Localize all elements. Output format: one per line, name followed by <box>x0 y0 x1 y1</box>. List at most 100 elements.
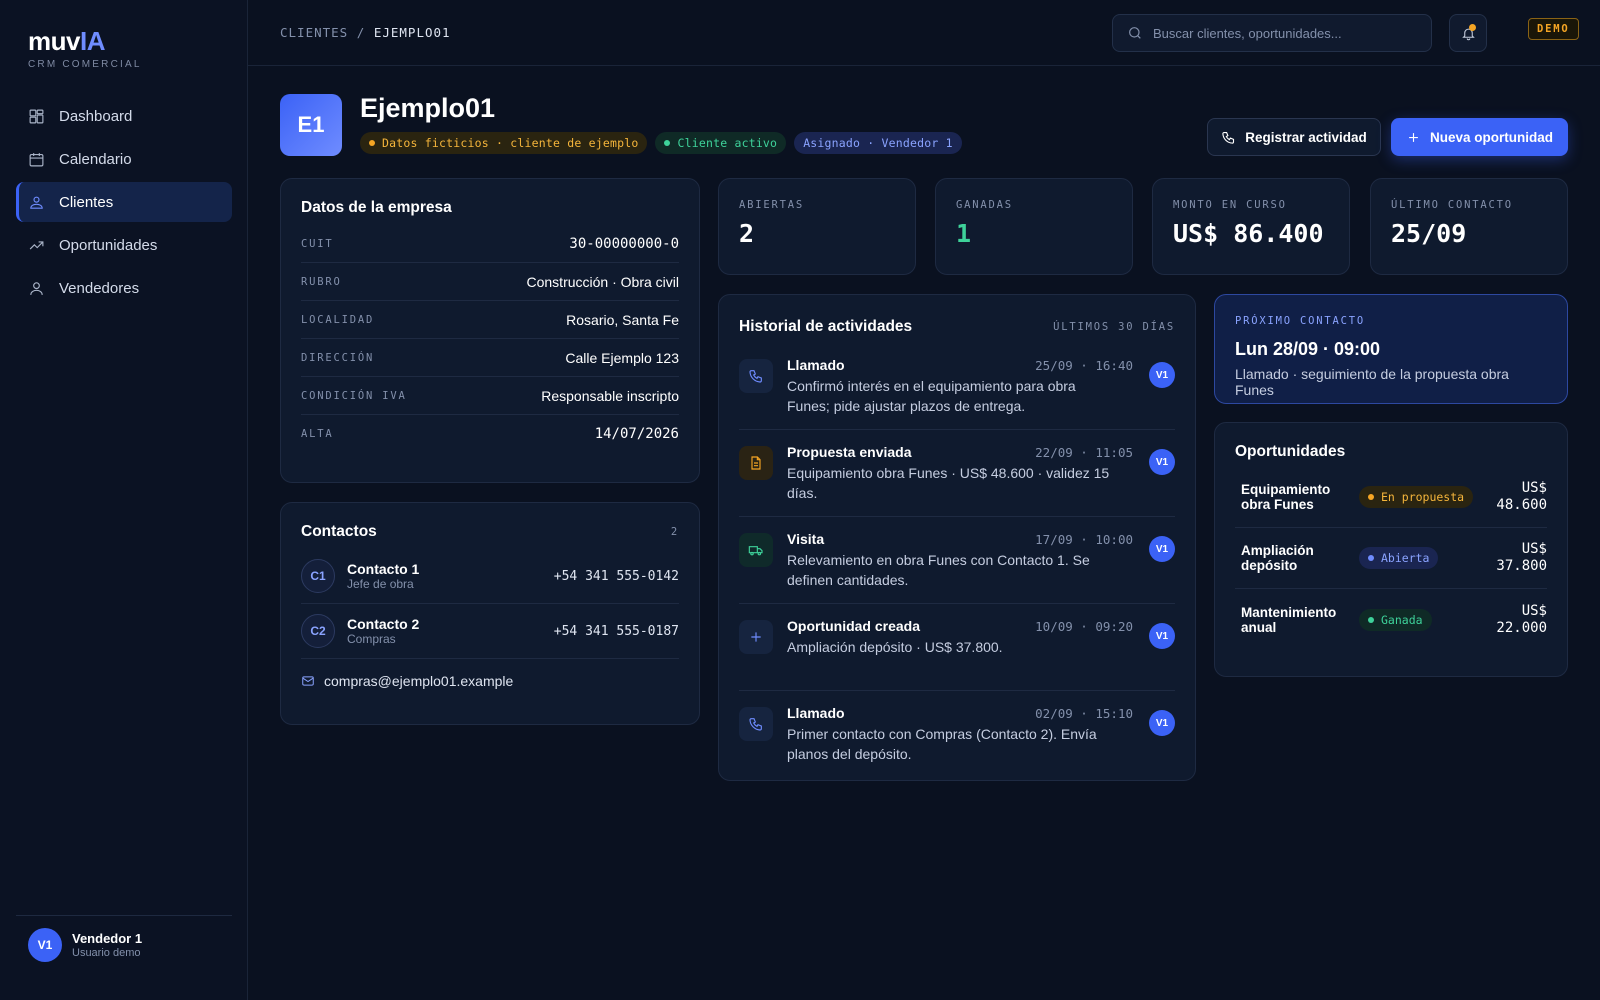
sidebar-item-calendario[interactable]: Calendario <box>16 139 232 179</box>
contact-name: Contacto 2 <box>347 616 420 632</box>
opportunity-name: Mantenimiento anual <box>1241 604 1337 635</box>
activity-description: Primer contacto con Compras (Contacto 2)… <box>787 726 1097 762</box>
company-row-alta: ALTA 14/07/2026 <box>301 426 679 442</box>
user-role: Usuario demo <box>72 947 141 959</box>
opportunity-amount: US$ 22.000 <box>1496 602 1547 636</box>
sidebar-item-oportunidades[interactable]: Oportunidades <box>16 225 232 265</box>
opportunities-card: Oportunidades Equipamiento obra Funes En… <box>1214 422 1568 677</box>
sidebar-item-label: Vendedores <box>59 279 140 297</box>
activity-title: Llamado <box>787 705 845 721</box>
avatar: V1 <box>1149 710 1175 736</box>
breadcrumb-current: EJEMPLO01 <box>373 25 451 40</box>
current-user[interactable]: V1 Vendedor 1 Usuario demo <box>16 915 232 962</box>
search-box[interactable] <box>1112 14 1432 52</box>
avatar: V1 <box>1149 623 1175 649</box>
trending-up-icon <box>29 240 44 249</box>
card-title: Historial de actividades <box>739 318 913 335</box>
sidebar-item-label: Clientes <box>59 193 114 211</box>
fictitious-data-badge: Datos ficticios · cliente de ejemplo <box>360 132 648 154</box>
activity-item[interactable]: Oportunidad creada 10/09 · 09:20 Ampliaci… <box>739 604 1175 691</box>
plus-icon <box>1409 132 1418 142</box>
contact-phone[interactable]: +54 341 555-0142 <box>554 569 679 584</box>
activity-time: 10/09 · 09:20 <box>1035 618 1133 634</box>
phone-icon <box>749 718 762 731</box>
app-logo[interactable]: muvIA <box>28 26 105 57</box>
avatar: C1 <box>301 559 335 593</box>
contacts-count: 2 <box>670 526 679 538</box>
phone-icon <box>749 370 762 383</box>
breadcrumb: CLIENTES / EJEMPLO01 <box>280 25 451 40</box>
mail-icon <box>302 676 314 686</box>
activity-description: Confirmó interés en el equipamiento para… <box>787 378 1076 414</box>
calendar-icon <box>29 152 44 166</box>
activity-item[interactable]: Visita 17/09 · 10:00 Relevamiento en obra… <box>739 517 1175 604</box>
avatar: V1 <box>28 928 62 962</box>
activity-item[interactable]: Llamado 25/09 · 16:40 Confirmó interés en… <box>739 343 1175 430</box>
user-icon <box>30 281 43 295</box>
activity-title: Oportunidad creada <box>787 618 921 634</box>
breadcrumb-root[interactable]: CLIENTES <box>280 25 348 40</box>
activity-item[interactable]: Llamado 02/09 · 15:10 Primer contacto con… <box>739 691 1175 778</box>
stat-label: MONTO EN CURSO <box>1173 199 1287 211</box>
sidebar-item-label: Dashboard <box>59 107 133 125</box>
stat-abiertas: ABIERTAS 2 <box>718 178 916 275</box>
phone-icon <box>1222 131 1235 144</box>
contact-name: Contacto 1 <box>347 561 420 577</box>
page-title: Ejemplo01 <box>360 93 496 123</box>
opportunity-name: Ampliación depósito <box>1241 543 1314 573</box>
user-name: Vendedor 1 <box>72 931 143 946</box>
sidebar-item-clientes[interactable]: Clientes <box>16 182 232 222</box>
stat-ultimo-contacto: ÚLTIMO CONTACTO 25/09 <box>1370 178 1568 275</box>
company-row-direccion: DIRECCIÓN Calle Ejemplo 123 <box>301 339 679 377</box>
stat-ganadas: GANADAS 1 <box>935 178 1133 275</box>
company-row-localidad: LOCALIDAD Rosario, Santa Fe <box>301 301 679 339</box>
stat-value: 2 <box>739 219 755 248</box>
activity-history-card: Historial de actividades ÚLTIMOS 30 DÍAS… <box>718 294 1196 781</box>
list-item[interactable]: C2 Contacto 2 Compras +54 341 555-0187 <box>301 604 679 659</box>
client-tags: Datos ficticios · cliente de ejemplo Cli… <box>360 132 962 154</box>
stat-value: US$ 86.400 <box>1173 219 1324 248</box>
sidebar-item-vendedores[interactable]: Vendedores <box>16 268 232 308</box>
activity-time: 25/09 · 16:40 <box>1035 357 1133 373</box>
activity-description: Equipamiento obra Funes · US$ 48.600 · v… <box>787 465 1110 501</box>
activity-title: Visita <box>787 531 825 547</box>
status-badge: En propuesta <box>1359 486 1474 508</box>
register-activity-button[interactable]: Registrar actividad <box>1207 118 1381 156</box>
register-activity-label: Registrar actividad <box>1245 129 1367 145</box>
new-opportunity-button[interactable]: Nueva oportunidad <box>1391 118 1568 156</box>
truck-icon <box>748 546 763 556</box>
company-row-cuit: CUIT 30-00000000-0 <box>301 225 679 263</box>
contacts-card: Contactos 2 C1 Contacto 1 Jefe de obra +… <box>280 502 700 725</box>
client-avatar: E1 <box>280 94 342 156</box>
stat-label: GANADAS <box>956 199 1013 211</box>
opportunity-row[interactable]: Equipamiento obra Funes En propuesta US$… <box>1235 467 1547 528</box>
contact-phone[interactable]: +54 341 555-0187 <box>554 624 679 639</box>
stat-value: 25/09 <box>1391 219 1467 248</box>
avatar: V1 <box>1149 449 1175 475</box>
activity-item[interactable]: Propuesta enviada 22/09 · 11:05 Equipamie… <box>739 430 1175 517</box>
sidebar-item-label: Oportunidades <box>59 236 158 254</box>
email-text: compras@ejemplo01.example <box>324 673 514 689</box>
contact-role: Compras <box>347 632 396 646</box>
notifications-button[interactable] <box>1449 14 1487 52</box>
opportunity-row[interactable]: Ampliación depósito Abierta US$ 37.800 <box>1235 528 1547 589</box>
document-icon <box>751 456 761 470</box>
sidebar-item-dashboard[interactable]: Dashboard <box>16 96 232 136</box>
list-item[interactable]: C1 Contacto 1 Jefe de obra +54 341 555-0… <box>301 549 679 604</box>
opportunity-amount: US$ 37.800 <box>1496 541 1547 574</box>
stat-value: 1 <box>956 219 972 248</box>
search-input[interactable] <box>1153 25 1413 41</box>
card-title: Contactos <box>301 523 377 540</box>
activity-title: Propuesta enviada <box>787 444 912 460</box>
opportunity-row[interactable]: Mantenimiento anual Ganada US$ 22.000 <box>1235 589 1547 650</box>
contact-email[interactable]: compras@ejemplo01.example <box>301 659 679 703</box>
clients-icon <box>30 196 43 209</box>
new-opportunity-label: Nueva oportunidad <box>1429 129 1553 145</box>
next-contact-when: Lun 28/09 · 09:00 <box>1235 339 1381 359</box>
company-row-rubro: RUBRO Construcción · Obra civil <box>301 263 679 301</box>
breadcrumb-separator: / <box>356 25 366 40</box>
avatar: V1 <box>1149 362 1175 388</box>
topbar: CLIENTES / EJEMPLO01 DEMO <box>248 0 1600 66</box>
activity-description: Ampliación depósito · US$ 37.800. <box>787 639 1003 655</box>
next-contact-card[interactable]: PRÓXIMO CONTACTO Lun 28/09 · 09:00 Llama… <box>1214 294 1568 404</box>
